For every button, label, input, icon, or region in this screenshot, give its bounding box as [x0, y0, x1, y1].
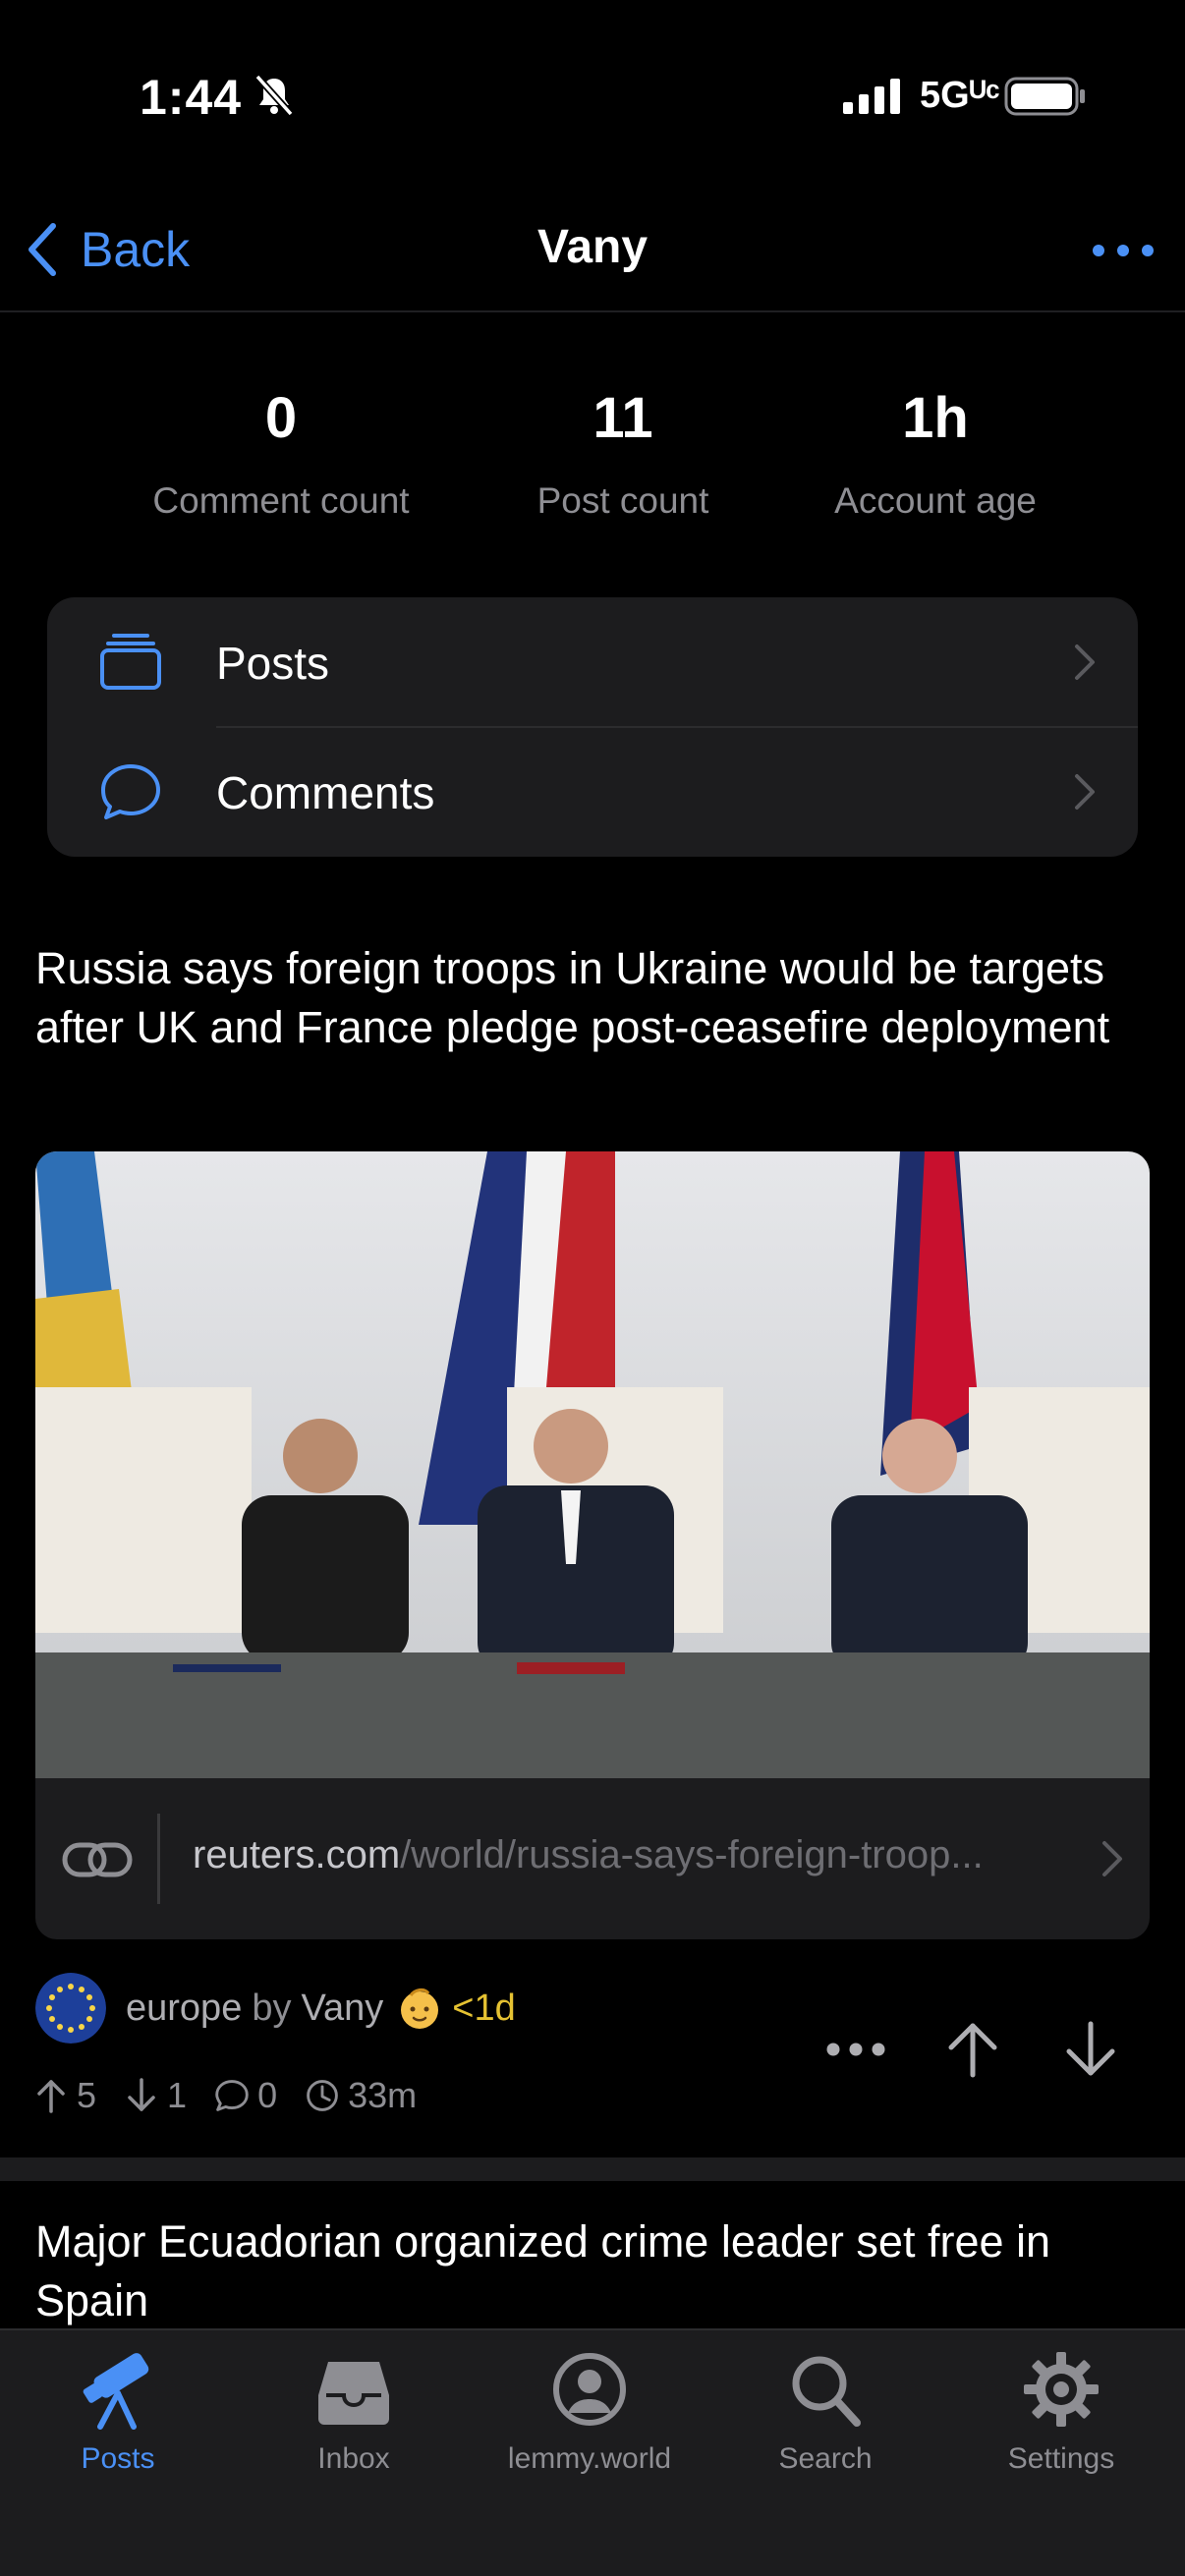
comment-count: 0 — [257, 2075, 278, 2115]
post-time: 33m — [348, 2075, 418, 2115]
chevron-right-icon — [1102, 1841, 1122, 1876]
speech-bubble-icon — [101, 764, 160, 819]
bell-slash-icon — [254, 74, 294, 117]
telescope-icon — [83, 2353, 149, 2430]
tab-label: Search — [778, 2442, 873, 2475]
ellipsis-icon[interactable] — [821, 2030, 890, 2069]
profile-menu: Posts Comments — [47, 597, 1138, 857]
link-domain: reuters.com — [193, 1833, 401, 1876]
post-photo — [35, 1151, 1150, 1778]
stat-comment-count: 0 Comment count — [124, 385, 438, 522]
chevron-right-icon — [1075, 774, 1095, 810]
upvote-arrow-icon[interactable] — [945, 2020, 1000, 2079]
link-url: reuters.com/world/russia-says-foreign-tr… — [193, 1833, 984, 1877]
downvote-arrow-icon[interactable] — [1063, 2020, 1118, 2079]
status-bar: 1:44 5Gᵁᶜ — [0, 0, 1185, 187]
arrow-up-icon — [37, 2080, 65, 2113]
menu-item-comments[interactable]: Comments — [47, 727, 1138, 857]
chevron-right-icon — [1075, 644, 1095, 680]
divider — [157, 1814, 160, 1904]
community-name[interactable]: europe — [126, 1988, 242, 2030]
menu-item-posts[interactable]: Posts — [47, 597, 1138, 728]
battery-icon — [1004, 77, 1085, 116]
stat-label: Post count — [536, 480, 709, 521]
inbox-tray-icon — [318, 2362, 389, 2425]
community-avatar[interactable] — [35, 1973, 106, 2044]
age-badge: <1d — [452, 1987, 516, 2029]
menu-item-label: Posts — [216, 638, 330, 689]
post-counts: 5 1 0 33m — [33, 2071, 444, 2120]
signal-icon — [843, 79, 900, 114]
stat-value: 11 — [592, 386, 653, 450]
navigation-bar: Back Vany — [0, 187, 1185, 312]
upvote-count: 5 — [77, 2075, 97, 2115]
baby-icon — [401, 1988, 439, 2029]
post-meta: europe by Vany <1d — [35, 1973, 516, 2044]
tab-label: Posts — [81, 2442, 155, 2475]
speech-bubble-icon — [215, 2080, 249, 2111]
magnifier-icon — [792, 2356, 861, 2427]
downvote-count: 1 — [167, 2075, 188, 2115]
stat-account-age: 1h Account age — [778, 385, 1093, 522]
stat-value: 0 — [264, 386, 298, 450]
network-label: 5Gᵁᶜ — [920, 75, 1000, 116]
link-icon — [62, 1842, 133, 1877]
meta-by: by — [252, 1987, 292, 2029]
arrow-down-icon — [128, 2078, 155, 2111]
author-name[interactable]: Vany — [301, 1988, 383, 2030]
person-circle-icon — [553, 2353, 626, 2426]
tab-inbox[interactable]: Inbox — [236, 2338, 472, 2476]
post-thumbnail[interactable] — [35, 1151, 1150, 1778]
tab-posts[interactable]: Posts — [0, 2338, 236, 2476]
tab-lemmy-world[interactable]: lemmy.world — [472, 2338, 707, 2476]
tab-settings[interactable]: Settings — [943, 2338, 1179, 2476]
gear-icon — [1024, 2352, 1099, 2427]
tab-search[interactable]: Search — [707, 2338, 943, 2476]
clock-icon — [307, 2080, 338, 2111]
status-time: 1:44 — [140, 70, 243, 125]
tab-label: lemmy.world — [507, 2442, 672, 2475]
link-preview[interactable]: reuters.com/world/russia-says-foreign-tr… — [35, 1778, 1150, 1939]
tab-label: Settings — [1007, 2442, 1115, 2475]
stat-value: 1h — [902, 386, 969, 450]
link-path: /world/russia-says-foreign-troop... — [400, 1833, 984, 1876]
tab-label: Inbox — [317, 2442, 390, 2475]
ellipsis-icon[interactable] — [1089, 226, 1157, 275]
post-title[interactable]: Russia says foreign troops in Ukraine wo… — [35, 939, 1156, 1057]
page-title: Vany — [536, 221, 649, 273]
stat-post-count: 11 Post count — [466, 385, 780, 522]
post-divider — [0, 2157, 1185, 2181]
post-title[interactable]: Major Ecuadorian organized crime leader … — [35, 2212, 1156, 2330]
stat-label: Account age — [834, 480, 1037, 521]
stat-label: Comment count — [152, 480, 410, 521]
menu-item-label: Comments — [216, 767, 435, 818]
stack-icon — [100, 634, 161, 690]
